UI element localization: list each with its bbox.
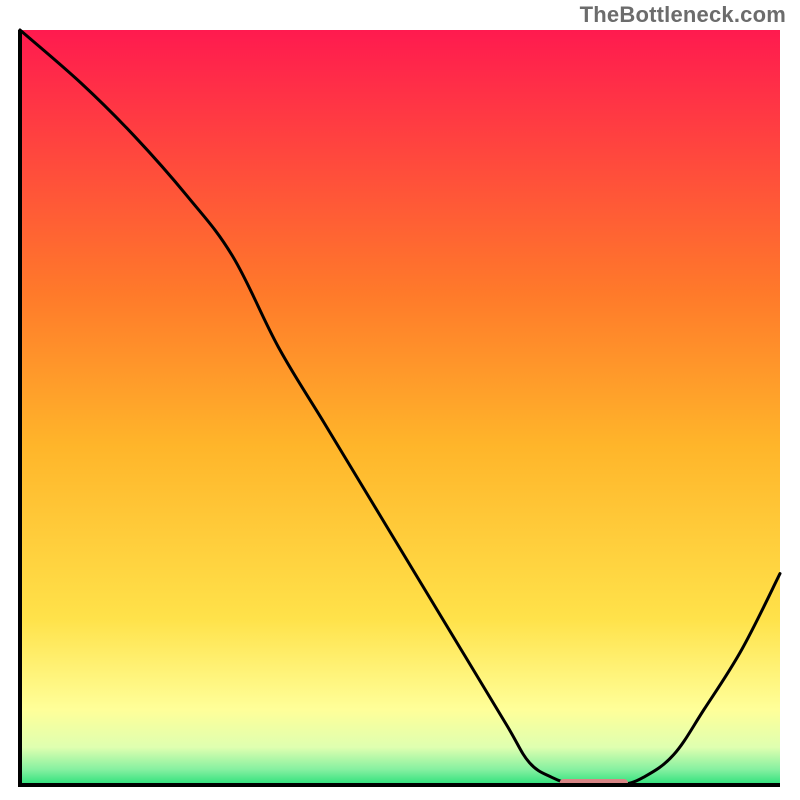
chart-container: TheBottleneck.com [0, 0, 800, 800]
chart-plot-area [20, 30, 780, 785]
chart-svg [0, 0, 800, 800]
